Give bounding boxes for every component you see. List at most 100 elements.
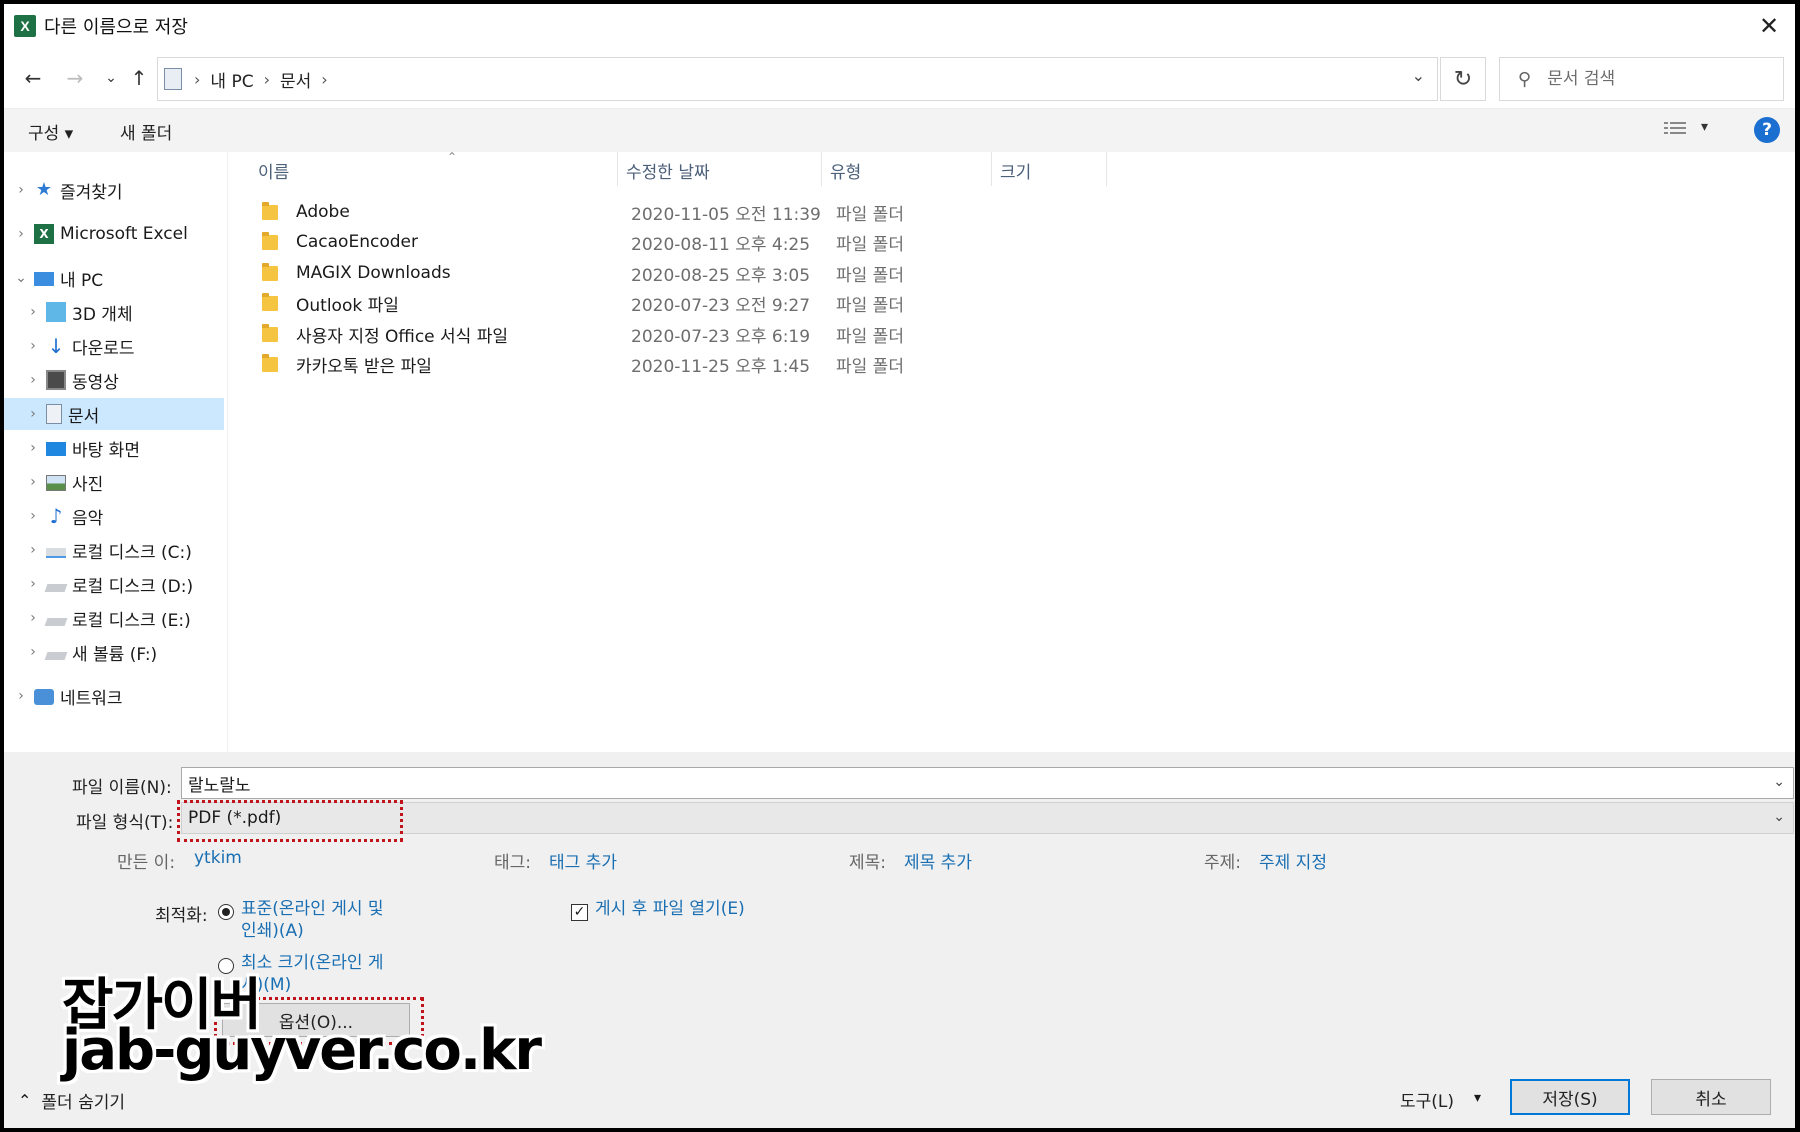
file-row[interactable]: 사용자 지정 Office 서식 파일 2020-07-23 오후 6:19 파… (230, 319, 1230, 349)
chevron-right-icon[interactable]: › (14, 182, 28, 198)
sort-ascending-icon: ⌃ (447, 150, 458, 164)
tree-item-label: 내 PC (60, 270, 104, 291)
tree-item-my-pc[interactable]: ⌄ 내 PC (4, 262, 224, 294)
address-bar[interactable]: › 내 PC › 문서 › ⌄ (157, 57, 1438, 101)
file-row[interactable]: MAGIX Downloads 2020-08-25 오후 3:05 파일 폴더 (230, 258, 1230, 288)
save-as-dialog: X 다른 이름으로 저장 ✕ ← → ⌄ ↑ › 내 PC › 문서 › ⌄ ↻… (4, 4, 1795, 1128)
tree-item-videos[interactable]: › 동영상 (4, 364, 224, 396)
chevron-right-icon[interactable]: › (26, 610, 40, 626)
up-button[interactable]: ↑ (124, 62, 154, 94)
tree-item-downloads[interactable]: › ↓ 다운로드 (4, 330, 224, 362)
new-folder-button[interactable]: 새 폴더 (120, 119, 172, 144)
file-modified: 2020-08-25 오후 3:05 (631, 265, 811, 286)
view-options-icon[interactable] (1664, 119, 1686, 139)
chevron-up-icon: ⌃ (18, 1091, 32, 1110)
filename-value: 랄노랄노 (188, 775, 251, 796)
tree-item-music[interactable]: › ♪ 음악 (4, 500, 224, 532)
help-button[interactable]: ? (1754, 117, 1780, 143)
address-dropdown-icon[interactable]: ⌄ (1412, 66, 1425, 85)
optimize-standard-radio[interactable] (218, 904, 234, 920)
cancel-button[interactable]: 취소 (1651, 1079, 1771, 1115)
chevron-right-icon[interactable]: › (26, 372, 40, 388)
chevron-right-icon[interactable]: › (14, 226, 28, 242)
file-row[interactable]: Adobe 2020-11-05 오전 11:39 파일 폴더 (230, 197, 1230, 227)
filename-field[interactable]: 랄노랄노 ⌄ (181, 767, 1794, 799)
file-name: MAGIX Downloads (296, 263, 451, 283)
folder-icon (262, 292, 278, 311)
tree-item-label: 로컬 디스크 (D:) (72, 576, 194, 597)
tree-item-pictures[interactable]: › 사진 (4, 466, 224, 498)
optimize-minimum-label[interactable]: 최소 크기(온라인 게 시)(M) (241, 952, 421, 996)
title-value[interactable]: 제목 추가 (904, 848, 972, 873)
open-after-publish-checkbox[interactable]: ✓ (571, 904, 588, 921)
tree-item-drive-d[interactable]: › 로컬 디스크 (D:) (4, 568, 224, 600)
chevron-right-icon[interactable]: › (26, 644, 40, 660)
close-icon: ✕ (1758, 12, 1780, 40)
tree-item-network[interactable]: › 네트워크 (4, 680, 224, 712)
tags-label: 태그: (494, 853, 532, 873)
chevron-right-icon[interactable]: › (26, 542, 40, 558)
chevron-right-icon[interactable]: › (26, 440, 40, 456)
navigation-bar: ← → ⌄ ↑ › 내 PC › 문서 › ⌄ ↻ ⚲ (4, 56, 1795, 102)
tools-menu-button[interactable]: 도구(L) (1400, 1087, 1454, 1112)
tree-item-3d-objects[interactable]: › 3D 개체 (4, 296, 224, 328)
file-row[interactable]: Outlook 파일 2020-07-23 오전 9:27 파일 폴더 (230, 288, 1230, 318)
drive-icon (46, 548, 66, 558)
tree-item-label: 바탕 화면 (72, 440, 140, 461)
chevron-down-icon[interactable]: ⌄ (1773, 809, 1785, 825)
chevron-right-icon[interactable]: › (26, 338, 40, 354)
author-value[interactable]: ytkim (194, 848, 242, 868)
chevron-right-icon[interactable]: › (26, 304, 40, 320)
open-after-publish-label[interactable]: 게시 후 파일 열기(E) (595, 898, 745, 920)
tree-item-desktop[interactable]: › 바탕 화면 (4, 432, 224, 464)
file-row[interactable]: CacaoEncoder 2020-08-11 오후 4:25 파일 폴더 (230, 227, 1230, 257)
column-header-size[interactable]: 크기 (992, 152, 1107, 186)
view-dropdown-icon[interactable]: ▾ (1701, 119, 1708, 135)
tree-item-drive-e[interactable]: › 로컬 디스크 (E:) (4, 602, 224, 634)
back-button[interactable]: ← (18, 62, 48, 94)
refresh-icon: ↻ (1453, 66, 1473, 92)
tree-item-documents[interactable]: › 문서 (4, 398, 224, 430)
subject-value[interactable]: 주제 지정 (1259, 848, 1327, 873)
organize-menu-button[interactable]: 구성 ▾ (28, 119, 73, 144)
breadcrumb-separator-icon: › (321, 69, 328, 89)
breadcrumb-documents[interactable]: 문서 (280, 67, 311, 92)
hide-folders-toggle[interactable]: ⌃ 폴더 숨기기 (18, 1088, 125, 1113)
drive-icon (44, 618, 68, 626)
close-button[interactable]: ✕ (1751, 10, 1787, 42)
tree-item-drive-f[interactable]: › 새 볼륨 (F:) (4, 636, 224, 668)
file-row[interactable]: 카카오톡 받은 파일 2020-11-25 오후 1:45 파일 폴더 (230, 349, 1230, 379)
file-name: 사용자 지정 Office 서식 파일 (296, 326, 508, 347)
column-header-modified[interactable]: 수정한 날짜 (618, 152, 822, 186)
tree-item-favorites[interactable]: › ★ 즐겨찾기 (4, 174, 224, 206)
file-modified: 2020-08-11 오후 4:25 (631, 234, 811, 255)
tree-item-drive-c[interactable]: › 로컬 디스크 (C:) (4, 534, 224, 566)
chevron-right-icon[interactable]: › (14, 688, 28, 704)
search-input[interactable] (1547, 69, 1768, 89)
tags-value[interactable]: 태그 추가 (549, 848, 617, 873)
recent-locations-button[interactable]: ⌄ (96, 62, 126, 94)
subject-label: 주제: (1204, 853, 1242, 873)
optimize-standard-label[interactable]: 표준(온라인 게시 및 인쇄)(A) (241, 898, 421, 942)
chevron-right-icon[interactable]: › (26, 576, 40, 592)
tree-item-label: 사진 (72, 474, 104, 495)
forward-button[interactable]: → (60, 62, 90, 94)
tree-item-label: 다운로드 (72, 338, 135, 359)
chevron-right-icon[interactable]: › (26, 406, 40, 422)
column-header-type[interactable]: 유형 (822, 152, 992, 186)
breadcrumb-my-pc[interactable]: 내 PC (210, 67, 253, 92)
chevron-down-icon[interactable]: ⌄ (14, 270, 28, 286)
chevron-down-icon[interactable]: ⌄ (1773, 774, 1785, 790)
save-button[interactable]: 저장(S) (1510, 1079, 1630, 1115)
refresh-button[interactable]: ↻ (1440, 57, 1486, 101)
chevron-right-icon[interactable]: › (26, 508, 40, 524)
tree-item-microsoft-excel[interactable]: › X Microsoft Excel (4, 218, 224, 250)
filename-label: 파일 이름(N): (72, 778, 172, 798)
search-box[interactable]: ⚲ (1499, 57, 1784, 101)
chevron-right-icon[interactable]: › (26, 474, 40, 490)
tree-item-label: 문서 (68, 406, 100, 427)
star-icon: ★ (35, 179, 53, 200)
filetype-select[interactable]: PDF (*.pdf) ⌄ (181, 802, 1794, 834)
tools-dropdown-icon[interactable]: ▾ (1474, 1090, 1481, 1106)
column-header-name[interactable]: 이름 ⌃ (250, 150, 618, 186)
